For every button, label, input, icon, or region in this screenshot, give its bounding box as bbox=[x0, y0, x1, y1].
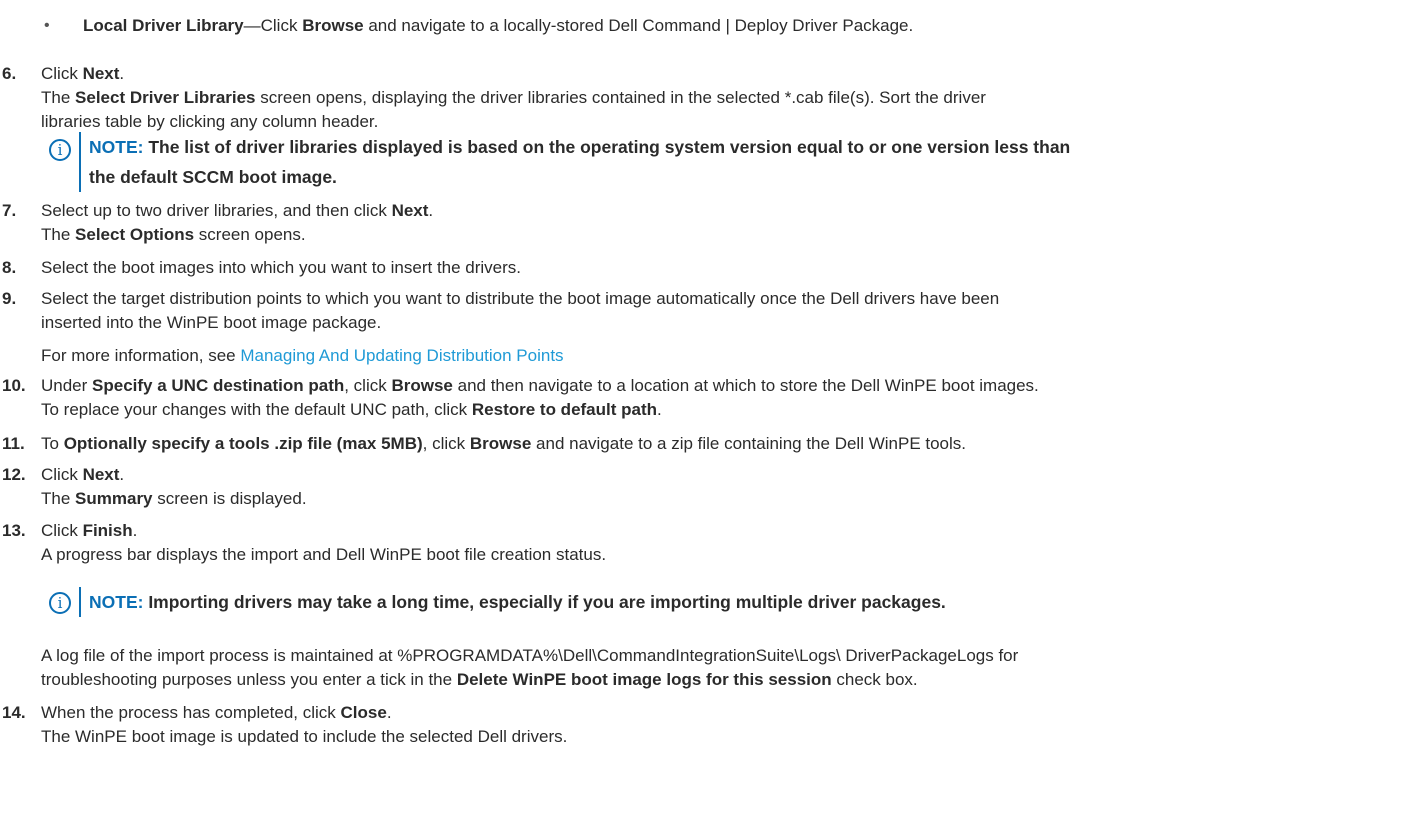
text: The bbox=[41, 225, 76, 244]
step-line: To replace your changes with the default… bbox=[41, 398, 1403, 422]
step-number: 14. bbox=[2, 703, 26, 722]
step-number: 7. bbox=[2, 201, 17, 220]
step-number: 8. bbox=[2, 258, 17, 277]
step-12: 12. Click Next. The Summary screen is di… bbox=[0, 463, 1411, 513]
bullet-local-driver-library: • Local Driver Library—Click Browse and … bbox=[0, 14, 1411, 40]
bold-screen-name: Summary bbox=[75, 489, 153, 508]
bullet-bold-browse: Browse bbox=[302, 16, 364, 35]
step-number: 9. bbox=[2, 289, 17, 308]
bold-next: Next bbox=[391, 201, 429, 220]
step-line: When the process has completed, click Cl… bbox=[41, 701, 1403, 725]
bold-finish: Finish bbox=[82, 521, 133, 540]
log-line: A log file of the import process is main… bbox=[41, 646, 1019, 665]
note-line: NOTE: Importing drivers may take a long … bbox=[89, 587, 946, 617]
note-box-2: NOTE: Importing drivers may take a long … bbox=[79, 587, 946, 617]
bold-checkbox-name: Delete WinPE boot image logs for this se… bbox=[456, 670, 832, 689]
step-line: libraries table by clicking any column h… bbox=[41, 112, 379, 131]
step-6: 6. Click Next. The Select Driver Librari… bbox=[0, 62, 1411, 132]
text: troubleshooting purposes unless you ente… bbox=[41, 670, 457, 689]
text: When the process has completed, click bbox=[41, 703, 341, 722]
note-label: NOTE: bbox=[89, 137, 144, 157]
text: . bbox=[386, 703, 392, 722]
note-line: the default SCCM boot image. bbox=[89, 167, 337, 187]
step-line: Click Finish. bbox=[41, 519, 1403, 543]
text: . bbox=[428, 201, 434, 220]
bold-screen-name: Select Driver Libraries bbox=[75, 88, 256, 107]
text: . bbox=[119, 64, 125, 83]
step-line: Click Next. bbox=[41, 62, 1403, 86]
step-number: 10. bbox=[2, 376, 26, 395]
bullet-text-2: and navigate to a locally-stored Dell Co… bbox=[363, 16, 914, 35]
log-paragraph: A log file of the import process is main… bbox=[0, 644, 1411, 694]
bold-screen-name: Select Options bbox=[75, 225, 195, 244]
step-line: The Select Options screen opens. bbox=[41, 223, 1403, 247]
text: , click bbox=[344, 376, 392, 395]
step-line: A progress bar displays the import and D… bbox=[41, 545, 607, 564]
step-line: Click Next. bbox=[41, 463, 1403, 487]
text: check box. bbox=[831, 670, 918, 689]
note-text: The list of driver libraries displayed i… bbox=[143, 137, 1071, 157]
text: . bbox=[657, 400, 662, 419]
text: To replace your changes with the default… bbox=[41, 400, 472, 419]
text: The bbox=[41, 489, 76, 508]
step-line: The Select Driver Libraries screen opens… bbox=[41, 86, 1403, 110]
step-line: The WinPE boot image is updated to inclu… bbox=[41, 727, 568, 746]
link-managing-distribution-points[interactable]: Managing And Updating Distribution Point… bbox=[240, 346, 563, 365]
step-number: 12. bbox=[2, 465, 26, 484]
step-line: For more information, see Managing And U… bbox=[41, 344, 1403, 368]
note-line: NOTE: The list of driver libraries displ… bbox=[89, 132, 1070, 162]
text: . bbox=[132, 521, 138, 540]
text: Select up to two driver libraries, and t… bbox=[41, 201, 392, 220]
step-number: 11. bbox=[2, 434, 25, 453]
bold-browse: Browse bbox=[469, 434, 532, 453]
bold-term: Restore to default path bbox=[471, 400, 658, 419]
bullet-term: Local Driver Library bbox=[83, 16, 244, 35]
text: . bbox=[119, 465, 125, 484]
text: For more information, see bbox=[41, 346, 241, 365]
bullet-text-1: —Click bbox=[243, 16, 303, 35]
text: Click bbox=[41, 64, 83, 83]
info-icon: i bbox=[49, 139, 71, 161]
text: and navigate to a zip file containing th… bbox=[531, 434, 967, 453]
log-line: troubleshooting purposes unless you ente… bbox=[41, 668, 1403, 692]
text: screen opens. bbox=[194, 225, 306, 244]
bold-close: Close bbox=[340, 703, 387, 722]
text: and then navigate to a location at which… bbox=[452, 376, 1039, 395]
bullet-glyph: • bbox=[44, 17, 50, 34]
step-9: 9. Select the target distribution points… bbox=[0, 287, 1411, 367]
step-line: Select the target distribution points to… bbox=[41, 289, 1000, 308]
note-label: NOTE: bbox=[89, 592, 144, 612]
step-10: 10. Under Specify a UNC destination path… bbox=[0, 374, 1411, 424]
step-7: 7. Select up to two driver libraries, an… bbox=[0, 199, 1411, 249]
step-14: 14. When the process has completed, clic… bbox=[0, 701, 1411, 751]
text: The bbox=[41, 88, 76, 107]
bold-term: Specify a UNC destination path bbox=[92, 376, 345, 395]
bullet-text: Local Driver Library—Click Browse and na… bbox=[83, 14, 1403, 38]
text: Click bbox=[41, 465, 83, 484]
step-line: Select the boot images into which you wa… bbox=[41, 258, 522, 277]
step-line: Select up to two driver libraries, and t… bbox=[41, 199, 1403, 223]
text: Under bbox=[41, 376, 93, 395]
step-11: 11. To Optionally specify a tools .zip f… bbox=[0, 432, 1411, 458]
step-line: To Optionally specify a tools .zip file … bbox=[41, 432, 1403, 456]
note-text: Importing drivers may take a long time, … bbox=[143, 592, 946, 612]
step-number: 6. bbox=[2, 64, 17, 83]
text: screen is displayed. bbox=[152, 489, 307, 508]
step-13: 13. Click Finish. A progress bar display… bbox=[0, 519, 1411, 569]
text: Click bbox=[41, 521, 83, 540]
note-box-1: NOTE: The list of driver libraries displ… bbox=[79, 132, 1070, 192]
step-8: 8. Select the boot images into which you… bbox=[0, 256, 1411, 282]
step-number: 13. bbox=[2, 521, 26, 540]
step-line: inserted into the WinPE boot image packa… bbox=[41, 313, 382, 332]
text: To bbox=[41, 434, 64, 453]
bold-browse: Browse bbox=[391, 376, 453, 395]
bold-next: Next bbox=[82, 465, 120, 484]
bold-next: Next bbox=[82, 64, 120, 83]
info-icon: i bbox=[49, 592, 71, 614]
text: , click bbox=[422, 434, 470, 453]
bold-term: Optionally specify a tools .zip file (ma… bbox=[63, 434, 423, 453]
text: screen opens, displaying the driver libr… bbox=[255, 88, 986, 107]
step-line: Under Specify a UNC destination path, cl… bbox=[41, 374, 1403, 398]
step-line: The Summary screen is displayed. bbox=[41, 487, 1403, 511]
